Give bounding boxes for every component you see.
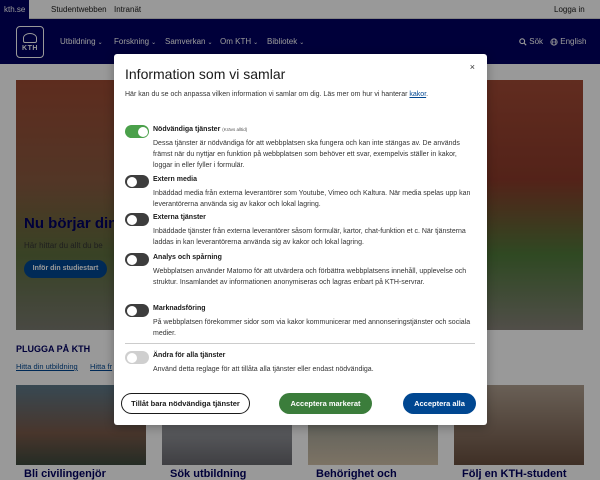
option-description: Dessa tjänster är nödvändiga för att web… [153, 140, 460, 169]
option-description: Webbplatsen använder Matomo för att utvä… [153, 268, 467, 286]
dialog-title: Information som vi samlar [125, 66, 286, 82]
option-title: Extern media [153, 176, 197, 183]
intro-end: . [426, 91, 429, 98]
cookies-link[interactable]: kakor [409, 91, 426, 98]
toggle-knob [126, 214, 137, 225]
toggle-necessary[interactable] [125, 125, 149, 138]
divider [125, 343, 475, 344]
option-title: Nödvändiga tjänster (Krävs alltid) [153, 126, 247, 133]
option-title: Externa tjänster [153, 214, 206, 221]
toggle-knob [126, 305, 137, 316]
toggle-analytics[interactable] [125, 253, 149, 266]
toggle-marketing[interactable] [125, 304, 149, 317]
accept-selected-button[interactable]: Acceptera markerat [279, 393, 372, 414]
accept-all-button[interactable]: Acceptera alla [403, 393, 476, 414]
intro-text: Här kan du se och anpassa vilken informa… [125, 91, 410, 98]
toggle-knob [126, 176, 137, 187]
option-description: Inbäddade tjänster från externa leverant… [153, 228, 466, 246]
cookie-settings-dialog: Information som vi samlar × Här kan du s… [114, 54, 487, 425]
toggle-all-services[interactable] [125, 351, 149, 364]
option-title: Marknadsföring [153, 305, 206, 312]
required-note: (Krävs alltid) [222, 127, 248, 132]
allow-necessary-only-button[interactable]: Tillåt bara nödvändiga tjänster [121, 393, 250, 414]
toggle-knob [126, 254, 137, 265]
option-title: Analys och spårning [153, 254, 222, 261]
option-description: Inbäddad media från externa leverantörer… [153, 190, 471, 208]
toggle-knob [126, 352, 137, 363]
option-title-text: Nödvändiga tjänster [153, 126, 221, 133]
toggle-external-media[interactable] [125, 175, 149, 188]
close-icon[interactable]: × [470, 62, 475, 72]
option-title: Ändra för alla tjänster [153, 352, 226, 359]
option-description: Använd detta reglage för att tillåta all… [153, 366, 374, 373]
option-description: På webbplatsen förekommer sidor som via … [153, 319, 471, 337]
dialog-intro: Här kan du se och anpassa vilken informa… [125, 91, 428, 98]
toggle-knob [137, 126, 148, 137]
toggle-external-services[interactable] [125, 213, 149, 226]
